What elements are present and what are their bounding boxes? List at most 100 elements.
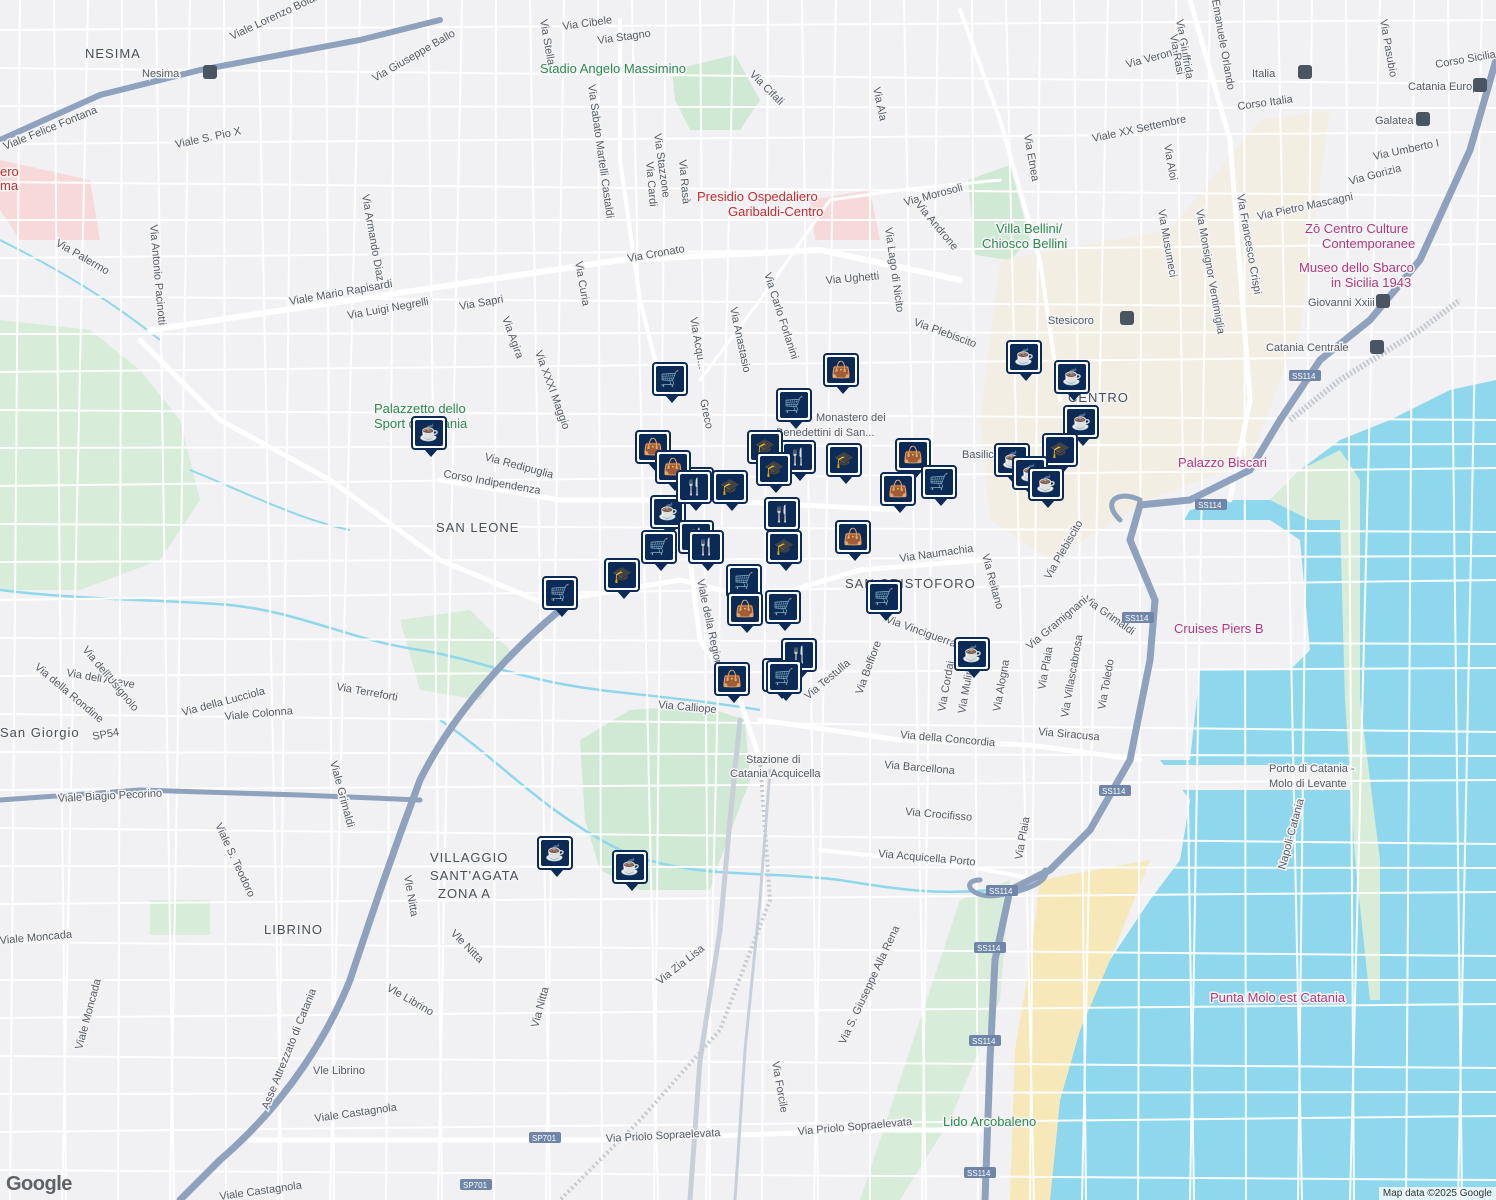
metro-icon[interactable] (1298, 65, 1312, 79)
map-pin-grad-cap[interactable]: 🎓 (766, 530, 802, 571)
poi-label: Cruises Piers B (1174, 621, 1264, 636)
road-shield-label: SS114 (989, 887, 1013, 896)
poi-label: Stadio Angelo Massimino (540, 61, 686, 76)
map-pin-cart[interactable]: 🛒 (652, 362, 688, 403)
road-shield-label: SS114 (967, 1169, 991, 1178)
metro-label: Nesima (142, 68, 180, 80)
map-pin-cup[interactable]: ☕ (537, 836, 573, 877)
poi-label: Lido Arcobaleno (943, 1114, 1036, 1129)
google-logo: Google (6, 1173, 72, 1195)
map-pin-bag[interactable]: 👜 (880, 472, 916, 513)
map-pin-grad-cap[interactable]: 🎓 (604, 558, 640, 599)
metro-label: Galatea (1375, 115, 1414, 127)
cart-icon: 🛒 (769, 594, 797, 620)
road-shield-label: SS114 (977, 944, 1001, 953)
map-pin-cart[interactable]: 🛒 (641, 530, 677, 571)
map-pin-cart[interactable]: 🛒 (921, 465, 957, 506)
map-pin-cart[interactable]: 🛒 (776, 388, 812, 429)
poi-label: Catania Acquicella (730, 768, 821, 780)
poi-label: Museo dello Sbarco (1299, 260, 1414, 275)
area-label: San Giorgio (0, 725, 80, 740)
map-pin-bag[interactable]: 👜 (714, 662, 750, 703)
poi-label: ma (0, 178, 19, 193)
map-pin-cup[interactable]: ☕ (1028, 467, 1064, 508)
bag-icon: 👜 (839, 524, 867, 550)
metro-label: Stesicoro (1048, 315, 1094, 327)
area-label: ZONA A (438, 886, 491, 901)
map-pin-grad-cap[interactable]: 🎓 (712, 470, 748, 511)
poi-label: ero (0, 164, 19, 179)
metro-label: Catania Centrale (1266, 342, 1349, 354)
map-pin-cup[interactable]: ☕ (954, 637, 990, 678)
metro-icon[interactable] (1376, 294, 1390, 308)
map-pin-cart[interactable]: 🛒 (542, 576, 578, 617)
cart-icon: 🛒 (925, 469, 953, 495)
map-pin-bag[interactable]: 👜 (823, 353, 859, 394)
grad-cap-icon: 🎓 (830, 447, 858, 473)
fork-knife-icon: 🍴 (692, 534, 720, 560)
cart-icon: 🛒 (780, 392, 808, 418)
cup-icon: ☕ (1010, 344, 1038, 370)
map-pin-cup[interactable]: ☕ (1054, 360, 1090, 401)
cup-icon: ☕ (415, 420, 443, 446)
cup-icon: ☕ (616, 854, 644, 880)
poi-label: Monastero dei (816, 412, 886, 424)
grad-cap-icon: 🎓 (760, 456, 788, 482)
grad-cap-icon: 🎓 (608, 562, 636, 588)
grad-cap-icon: 🎓 (716, 474, 744, 500)
road-shield-label: SP701 (532, 1134, 557, 1143)
map-attribution[interactable]: Map data ©2025 Google (1378, 1187, 1496, 1200)
metro-icon[interactable] (1370, 340, 1384, 354)
poi-label: Stazione di (746, 754, 800, 766)
map-pin-cart[interactable]: 🛒 (866, 580, 902, 621)
metro-icon[interactable] (1120, 311, 1134, 325)
poi-label: Garibaldi-Centro (728, 204, 823, 219)
road-shield-label: SS114 (1198, 501, 1222, 510)
map-pin-cup[interactable]: ☕ (612, 850, 648, 891)
poi-label: Punta Molo est Catania (1210, 990, 1346, 1005)
road-shield-label: SS114 (1292, 372, 1316, 381)
map-pin-fork-knife[interactable]: 🍴 (688, 530, 724, 571)
street-label: Vle Librino (313, 1065, 365, 1077)
area-label: SANT'AGATA (430, 868, 519, 883)
metro-icon[interactable] (1473, 78, 1487, 92)
map-pin-bag[interactable]: 👜 (835, 520, 871, 561)
metro-icon[interactable] (203, 65, 217, 79)
poi-label: Zō Centro Culture (1305, 221, 1408, 236)
poi-label: Porto di Catania - (1269, 763, 1355, 775)
poi-label: Contemporanee (1322, 236, 1415, 251)
area-label: VILLAGGIO (430, 850, 508, 865)
poi-label: Palazzetto dello (374, 401, 466, 416)
cart-icon: 🛒 (770, 664, 798, 690)
grad-cap-icon: 🎓 (770, 534, 798, 560)
poi-label: Presidio Ospedaliero (697, 189, 818, 204)
map-pin-cup[interactable]: ☕ (411, 416, 447, 457)
map-pin-cup[interactable]: ☕ (1006, 340, 1042, 381)
map-pin-cart[interactable]: 🛒 (766, 660, 802, 701)
road-shield-label: SP701 (463, 1181, 488, 1190)
bag-icon: 👜 (899, 442, 927, 468)
map-pin-grad-cap[interactable]: 🎓 (826, 443, 862, 484)
area-label: SAN LEONE (436, 520, 519, 535)
cup-icon: ☕ (958, 641, 986, 667)
cup-icon: ☕ (541, 840, 569, 866)
map-pin-fork-knife[interactable]: 🍴 (676, 470, 712, 511)
metro-icon[interactable] (1416, 112, 1430, 126)
bag-icon: 👜 (827, 357, 855, 383)
map-pin-bag[interactable]: 👜 (727, 592, 763, 633)
bag-icon: 👜 (731, 596, 759, 622)
cup-icon: ☕ (1067, 409, 1095, 435)
road-shield-label: SS114 (972, 1037, 996, 1046)
map-pin-grad-cap[interactable]: 🎓 (756, 452, 792, 493)
fork-knife-icon: 🍴 (680, 474, 708, 500)
grad-cap-icon: 🎓 (1046, 437, 1074, 463)
metro-label: Giovanni Xxiii (1308, 297, 1375, 309)
bag-icon: 👜 (884, 476, 912, 502)
fork-knife-icon: 🍴 (768, 501, 796, 527)
map-pin-fork-knife[interactable]: 🍴 (764, 497, 800, 538)
poi-label: Palazzo Biscari (1178, 455, 1267, 470)
area-label: NESIMA (85, 46, 141, 61)
area-label: SAN CRISTOFORO (845, 576, 976, 591)
map-pin-cart[interactable]: 🛒 (765, 590, 801, 631)
road-shield-label: SS114 (1125, 614, 1149, 623)
